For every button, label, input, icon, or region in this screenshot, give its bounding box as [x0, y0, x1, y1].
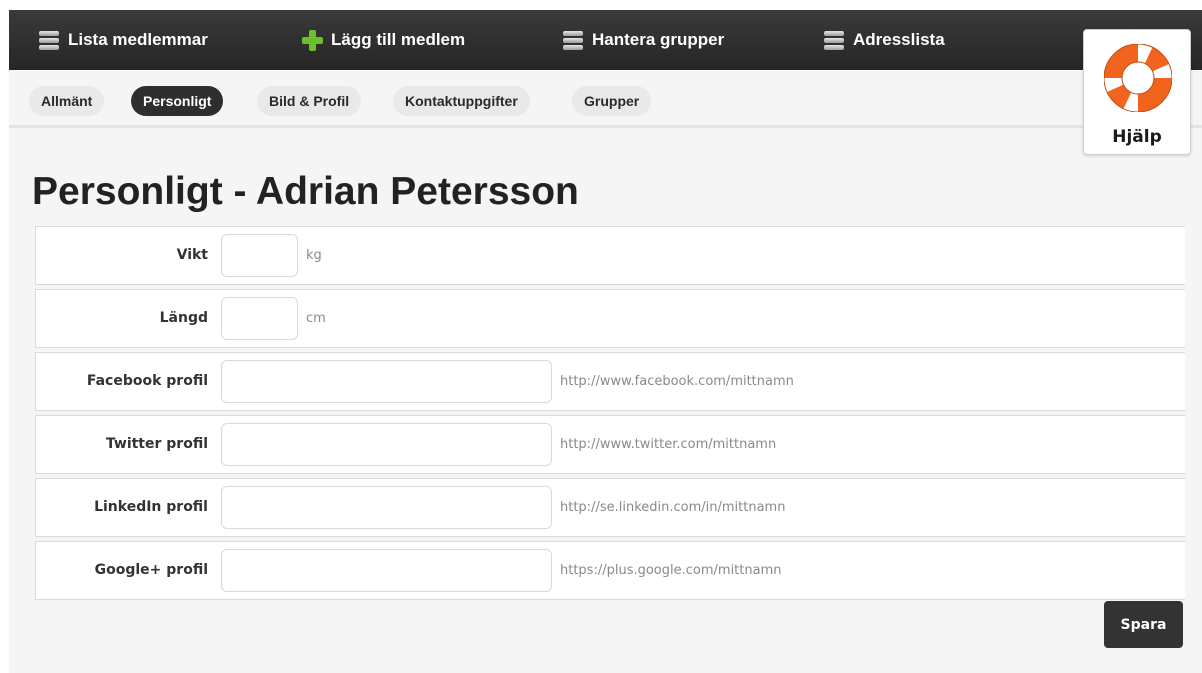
nav-label: Adresslista — [853, 30, 945, 49]
vikt-label: Vikt — [176, 247, 208, 263]
nav-lagg-till-medlem[interactable]: Lägg till medlem — [302, 10, 465, 70]
form-row-linkedin: LinkedIn profil http://se.linkedin.com/i… — [35, 478, 1185, 537]
tab-kontaktuppgifter[interactable]: Kontaktuppgifter — [393, 86, 530, 116]
list-stack-icon — [824, 30, 844, 50]
facebook-hint: http://www.facebook.com/mittnamn — [560, 374, 794, 389]
form-row-vikt: Vikt kg — [35, 226, 1185, 285]
save-button[interactable]: Spara — [1104, 601, 1183, 648]
twitter-input[interactable] — [221, 423, 552, 466]
list-stack-icon — [563, 30, 583, 50]
nav-hantera-grupper[interactable]: Hantera grupper — [563, 10, 724, 70]
nav-label: Lista medlemmar — [68, 30, 208, 49]
vikt-unit: kg — [306, 248, 322, 263]
list-stack-icon — [39, 30, 59, 50]
top-navigation: Lista medlemmar Lägg till medlem Hantera… — [9, 10, 1202, 70]
langd-label: Längd — [159, 310, 208, 326]
tab-grupper[interactable]: Grupper — [572, 86, 652, 116]
sub-navigation: Allmänt Personligt Bild & Profil Kontakt… — [9, 70, 1202, 128]
plus-icon — [302, 30, 323, 51]
facebook-input[interactable] — [221, 360, 552, 403]
vikt-input[interactable] — [221, 234, 298, 277]
nav-lista-medlemmar[interactable]: Lista medlemmar — [39, 10, 208, 70]
linkedin-input[interactable] — [221, 486, 552, 529]
langd-unit: cm — [306, 311, 326, 326]
help-label: Hjälp — [1112, 127, 1162, 147]
google-input[interactable] — [221, 549, 552, 592]
nav-label: Lägg till medlem — [331, 30, 466, 49]
nav-adresslista[interactable]: Adresslista — [824, 10, 945, 70]
form-row-twitter: Twitter profil http://www.twitter.com/mi… — [35, 415, 1185, 474]
page-title: Personligt - Adrian Petersson — [32, 170, 579, 213]
langd-input[interactable] — [221, 297, 298, 340]
google-hint: https://plus.google.com/mittnamn — [560, 563, 782, 578]
tab-allmant[interactable]: Allmänt — [29, 86, 105, 116]
google-label: Google+ profil — [94, 562, 208, 578]
tab-personligt[interactable]: Personligt — [131, 86, 224, 116]
lifebuoy-icon — [1104, 44, 1172, 112]
form-row-langd: Längd cm — [35, 289, 1185, 348]
personal-form: Vikt kg Längd cm Facebook profil http://… — [35, 226, 1185, 604]
twitter-label: Twitter profil — [105, 436, 208, 452]
form-row-google: Google+ profil https://plus.google.com/m… — [35, 541, 1185, 600]
nav-label: Hantera grupper — [592, 30, 725, 49]
linkedin-label: LinkedIn profil — [94, 499, 208, 515]
twitter-hint: http://www.twitter.com/mittnamn — [560, 437, 777, 452]
form-row-facebook: Facebook profil http://www.facebook.com/… — [35, 352, 1185, 411]
help-button[interactable]: Hjälp — [1083, 29, 1191, 155]
facebook-label: Facebook profil — [86, 373, 208, 389]
app-frame: Lista medlemmar Lägg till medlem Hantera… — [9, 10, 1202, 673]
tab-bild-profil[interactable]: Bild & Profil — [257, 86, 362, 116]
linkedin-hint: http://se.linkedin.com/in/mittnamn — [560, 500, 786, 515]
